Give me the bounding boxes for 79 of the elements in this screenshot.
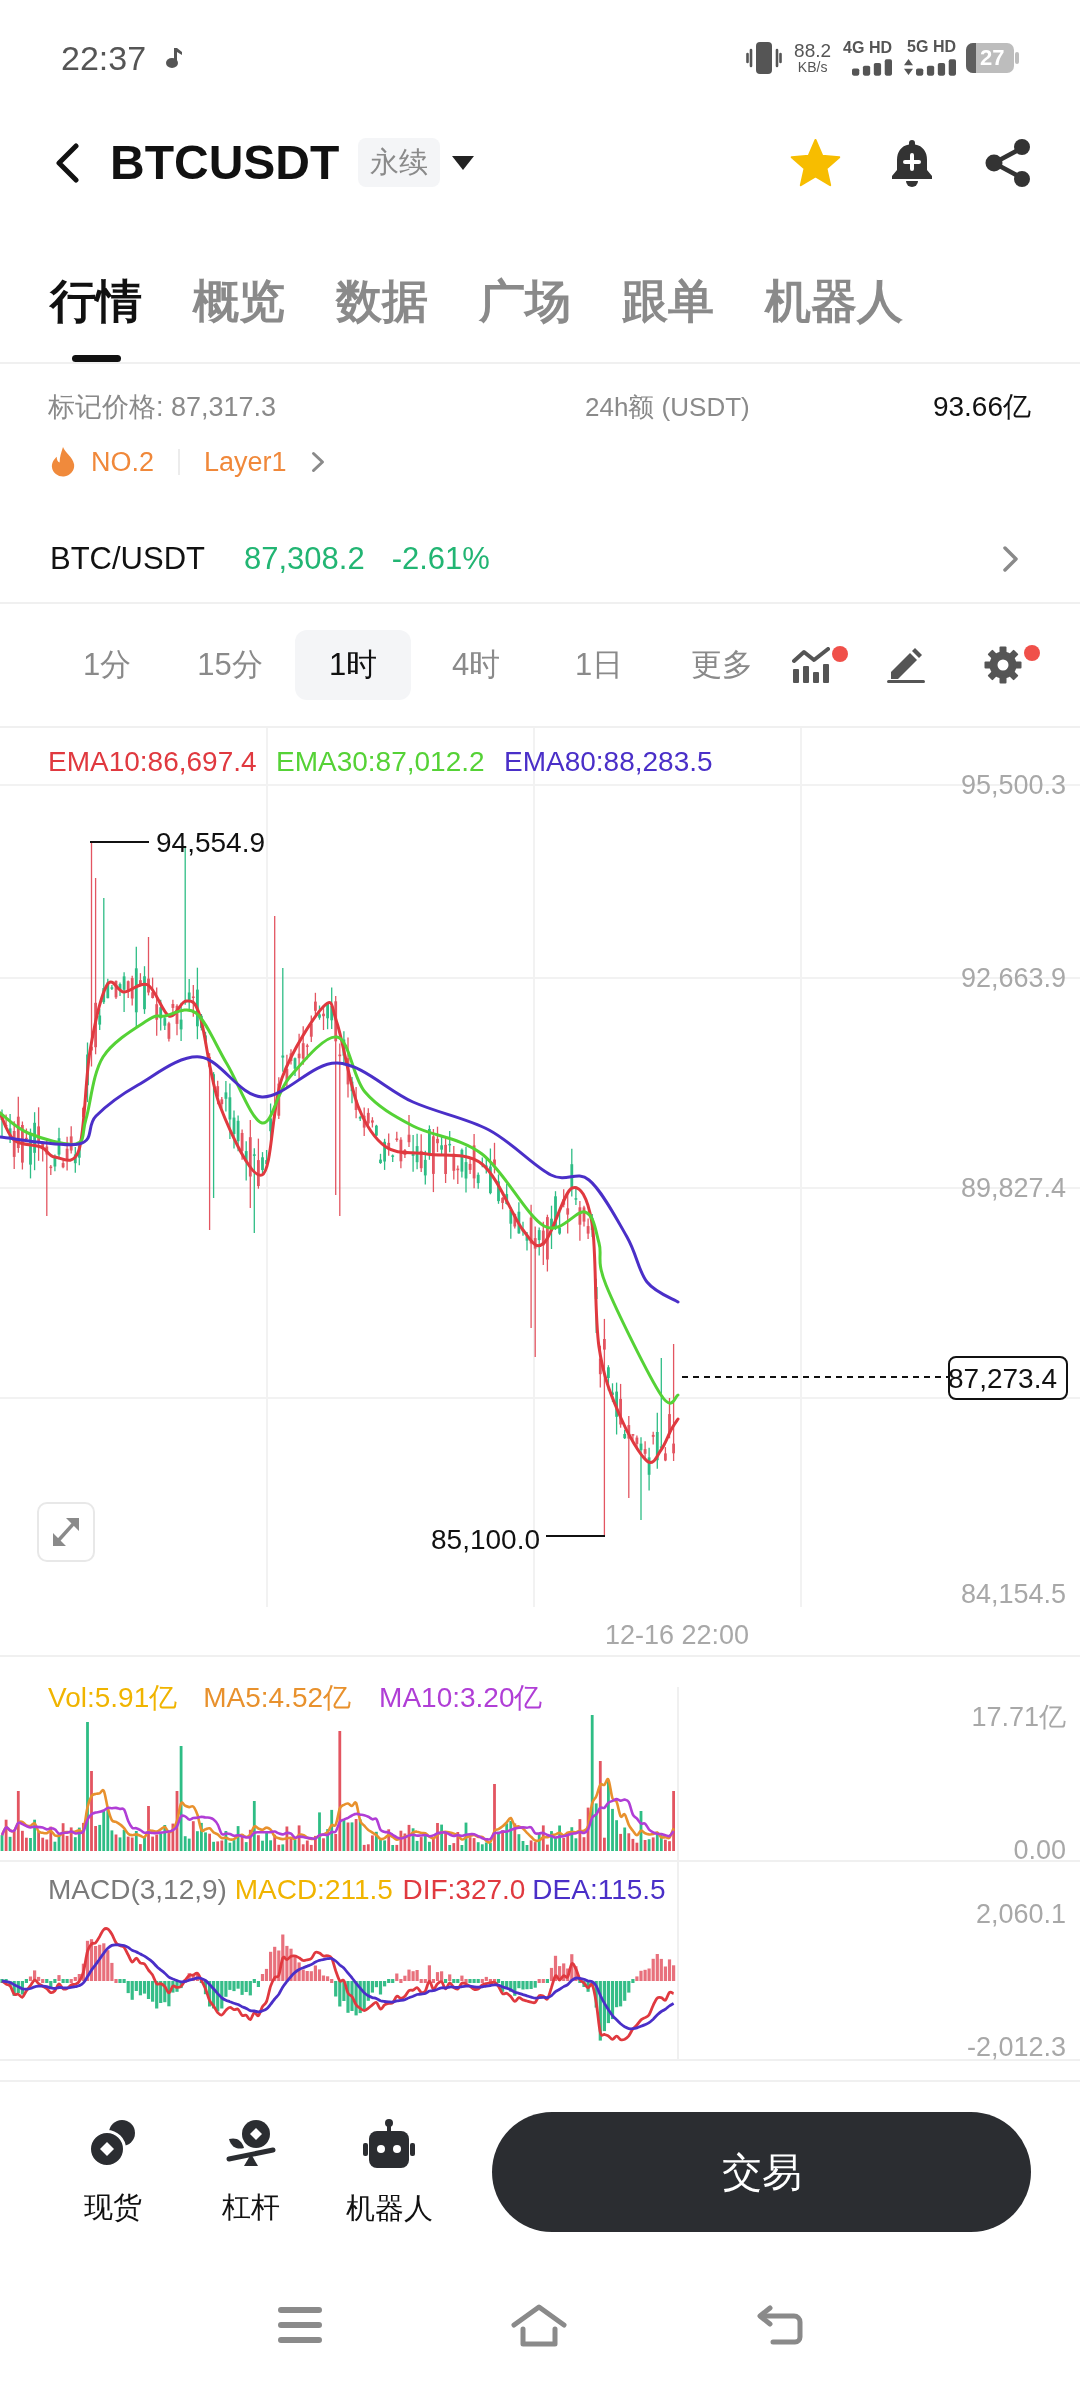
indicator-legend: EMA10:86,697.4 xyxy=(48,745,257,777)
tab[interactable]: 概览 xyxy=(193,273,285,362)
indicators-icon[interactable] xyxy=(792,647,830,683)
seesaw-coin-icon xyxy=(226,2118,276,2167)
tab[interactable]: 广场 xyxy=(479,273,571,362)
volume-value: 93.66亿 xyxy=(932,389,1031,424)
network-type: 4G HD xyxy=(843,39,892,56)
volume-axis-label: 0.00 xyxy=(1013,1835,1066,1862)
network-type: 5G HD xyxy=(907,39,956,55)
leader-line xyxy=(545,1535,606,1537)
expand-button[interactable] xyxy=(37,1502,95,1562)
macd-legend: DIF:327.0 xyxy=(402,1873,526,1905)
vibrate-icon xyxy=(746,40,783,75)
bell-plus-icon[interactable] xyxy=(890,137,934,188)
low-price-label: 85,100.0 xyxy=(431,1523,540,1555)
expand-icon xyxy=(53,1518,79,1546)
interval-tab[interactable]: 15分 xyxy=(172,630,288,700)
settings-icon[interactable] xyxy=(984,646,1022,684)
price-axis-label: 89,827.4 xyxy=(960,1173,1066,1203)
network-speed: 88.2 xyxy=(794,40,832,60)
macd-axis-label: 2,060.1 xyxy=(975,1899,1066,1929)
note-icon xyxy=(166,47,183,68)
volume-legend: MA5:4.52亿 xyxy=(203,1681,352,1713)
leader-line xyxy=(89,841,150,843)
interval-tab[interactable]: 1日 xyxy=(541,630,657,700)
battery-level: 27 xyxy=(980,44,1005,71)
rank-link[interactable]: NO.2 xyxy=(91,445,155,480)
bot-shortcut[interactable]: 机器人 xyxy=(345,2118,433,2226)
last-price-tag: 87,273.4 xyxy=(948,1356,1068,1400)
tab[interactable]: 数据 xyxy=(336,273,428,362)
pencil-icon[interactable] xyxy=(887,647,925,683)
tab[interactable]: 行情 xyxy=(50,273,142,362)
signal-icon xyxy=(852,58,892,76)
coins-icon xyxy=(89,2118,137,2167)
home-icon[interactable] xyxy=(510,2303,568,2347)
interval-tab[interactable]: 1分 xyxy=(49,630,165,700)
back-icon[interactable] xyxy=(54,142,80,183)
flame-icon xyxy=(50,446,76,478)
interval-tab[interactable]: 1时 xyxy=(295,630,411,700)
chevron-right-icon[interactable] xyxy=(1002,544,1019,573)
interval-tab[interactable]: 更多 xyxy=(664,630,780,700)
volume-legend: MA10:3.20亿 xyxy=(379,1681,543,1713)
signal-icon xyxy=(916,59,956,76)
volume-legend: Vol:5.91亿 xyxy=(48,1681,178,1713)
network-speed-unit: KB/s xyxy=(797,59,828,75)
macd-legend: DEA:115.5 xyxy=(532,1873,666,1905)
trade-button[interactable]: 交易 xyxy=(492,2112,1031,2232)
pair-title: BTCUSDT xyxy=(110,138,340,187)
sector-link[interactable]: Layer1 xyxy=(204,445,287,480)
spot-shortcut[interactable]: 现货 xyxy=(84,2118,142,2226)
time-axis-label: 12-16 22:00 xyxy=(604,1620,750,1650)
price-axis-label: 95,500.3 xyxy=(960,770,1066,800)
macd-legend: MACD(3,12,9) xyxy=(48,1873,227,1905)
caret-icon[interactable] xyxy=(452,155,475,170)
mark-price: 标记价格: 87,317.3 xyxy=(48,390,277,424)
macd-legend: MACD:211.5 xyxy=(234,1873,393,1905)
volume-label: 24h额 (USDT) xyxy=(585,390,750,424)
menu-icon[interactable] xyxy=(278,2307,322,2343)
tab[interactable]: 机器人 xyxy=(765,273,903,362)
price-axis-label: 84,154.5 xyxy=(960,1579,1066,1609)
volume-axis-label: 17.71亿 xyxy=(971,1702,1066,1732)
macd-axis-label: -2,012.3 xyxy=(966,2032,1066,2062)
indicator-legend: EMA80:88,283.5 xyxy=(504,745,713,777)
price-axis-label: 92,663.9 xyxy=(960,963,1066,993)
share-icon[interactable] xyxy=(985,138,1031,187)
indicator-legend: EMA30:87,012.2 xyxy=(276,745,485,777)
star-icon[interactable] xyxy=(790,138,841,187)
high-price-label: 94,554.9 xyxy=(156,826,265,858)
spot-price: 87,308.2 xyxy=(244,539,365,578)
spot-pair-name: BTC/USDT xyxy=(50,539,205,578)
status-time: 22:37 xyxy=(61,40,147,75)
interval-tab[interactable]: 4时 xyxy=(418,630,534,700)
leverage-shortcut[interactable]: 杠杆 xyxy=(222,2118,280,2226)
robot-icon xyxy=(363,2118,415,2168)
chevron-right-icon[interactable] xyxy=(310,451,325,474)
contract-type-tag: 永续 xyxy=(358,138,441,187)
tab[interactable]: 跟单 xyxy=(622,273,714,362)
spot-change: -2.61% xyxy=(391,539,490,578)
battery-icon xyxy=(966,42,1019,73)
